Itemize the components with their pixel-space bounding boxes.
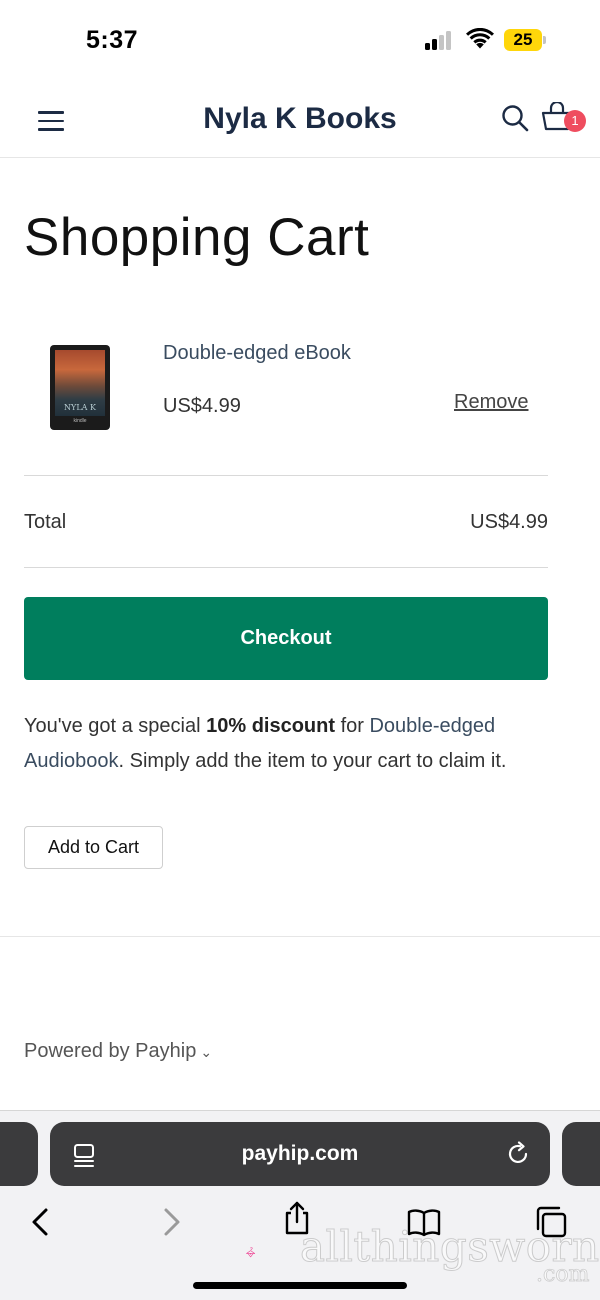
promo-middle: for — [335, 715, 370, 737]
battery-level: 25 — [513, 30, 533, 49]
reload-icon[interactable] — [507, 1141, 531, 1167]
thumbnail-caption: NYLA K — [64, 403, 96, 412]
total-value: US$4.99 — [470, 511, 548, 533]
url-text[interactable]: payhip.com — [50, 1142, 550, 1166]
cart-item-name[interactable]: Double-edged eBook — [163, 342, 351, 365]
battery-icon: 25 — [504, 29, 542, 51]
watermark-suffix: .com — [536, 1262, 590, 1288]
status-bar: 5:37 25 — [0, 0, 600, 80]
promo-prefix: You've got a special — [24, 715, 207, 737]
footer-divider — [0, 936, 600, 937]
search-icon[interactable] — [501, 104, 529, 132]
next-tab-peek[interactable] — [562, 1122, 600, 1186]
wifi-icon — [466, 28, 494, 49]
promo-discount: 10% discount — [206, 715, 336, 737]
promo-message: You've got a special 10% discount for Do… — [24, 709, 554, 779]
promo-suffix: . Simply add the item to your cart to cl… — [118, 750, 507, 772]
divider — [24, 475, 548, 476]
cellular-signal-icon — [425, 30, 457, 50]
remove-item-link[interactable]: Remove — [454, 391, 528, 414]
product-thumbnail[interactable]: NYLA K kindle — [50, 345, 110, 430]
powered-by-payhip[interactable]: Powered by Payhip ⌄ — [24, 1040, 212, 1063]
site-header: Nyla K Books — [0, 80, 600, 158]
status-time: 5:37 — [86, 26, 139, 54]
forward-icon[interactable] — [154, 1205, 188, 1239]
powered-by-label: Powered by Payhip — [24, 1040, 197, 1062]
divider — [24, 567, 548, 568]
previous-tab-peek[interactable] — [0, 1122, 38, 1186]
home-indicator[interactable] — [193, 1282, 407, 1289]
chevron-down-icon: ⌄ — [200, 1044, 213, 1060]
checkout-button[interactable]: Checkout — [24, 597, 548, 680]
add-to-cart-button[interactable]: Add to Cart — [24, 826, 163, 869]
page-title: Shopping Cart — [24, 208, 370, 267]
thumbnail-device-label: kindle — [73, 418, 87, 424]
cart-item-price: US$4.99 — [163, 395, 241, 417]
back-icon[interactable] — [24, 1205, 58, 1239]
cart-count-badge[interactable]: 1 — [564, 110, 586, 132]
battery-cap — [543, 36, 546, 44]
